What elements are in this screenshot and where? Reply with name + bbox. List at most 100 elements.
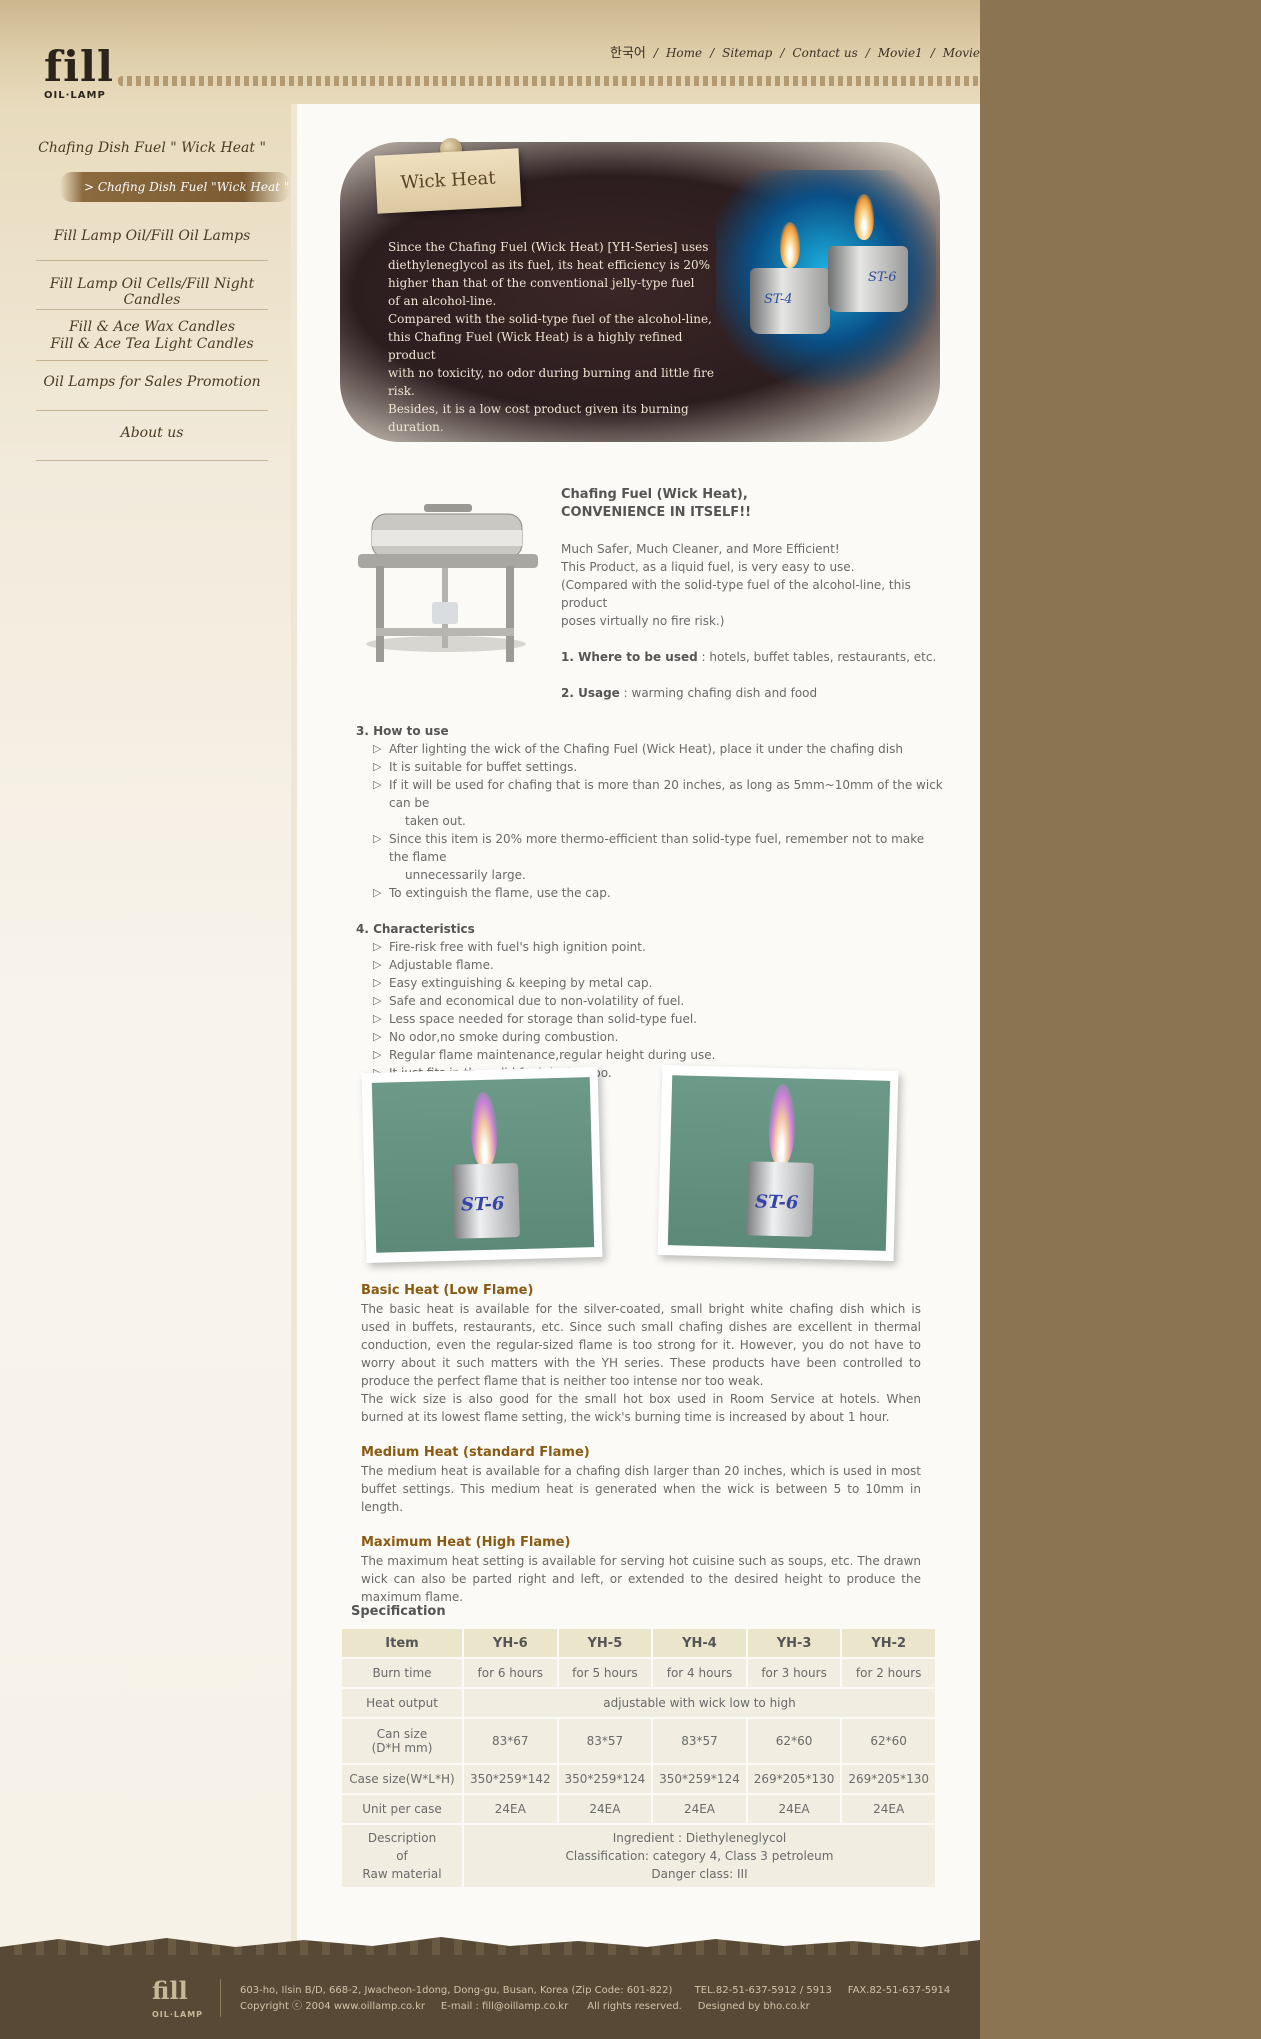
list-item: It is suitable for buffet settings. <box>373 758 946 776</box>
list-item-text: unnecessarily large. <box>405 868 526 882</box>
sidebar-item-tea-light-label: Fill & Ace Tea Light Candles <box>50 336 254 352</box>
characteristics-title: 4. Characteristics <box>356 922 475 936</box>
sidebar-item-oil-cells[interactable]: Fill Lamp Oil Cells/Fill Night Candles <box>36 276 268 308</box>
sidebar-item-about[interactable]: About us <box>36 425 268 441</box>
list-item: If it will be used for chafing that is m… <box>373 776 946 830</box>
sidebar-subitem-wick-heat-active[interactable]: > Chafing Dish Fuel "Wick Heat " <box>60 172 290 202</box>
sidebar-item-wax-candles[interactable]: Fill & Ace Wax Candles Fill & Ace Tea Li… <box>36 319 268 353</box>
table-row-label-line: of <box>396 1849 408 1863</box>
page-frame: fill OIL·LAMP 한국어 / Home / Sitemap / Contact u… <box>0 0 980 2039</box>
sidebar-item-chafing-dish-fuel[interactable]: Chafing Dish Fuel " Wick Heat " <box>36 140 268 156</box>
nav-korean[interactable]: 한국어 <box>610 42 646 61</box>
table-cell: 269*205*130 <box>747 1765 841 1793</box>
list-item: To extinguish the flame, use the cap. <box>373 884 946 902</box>
footer-logo[interactable]: fill OIL·LAMP <box>152 1979 203 2027</box>
heat-levels-section: Basic Heat (Low Flame) The basic heat is… <box>361 1282 921 1606</box>
hero-line: Besides, it is a low cost product given … <box>388 402 689 434</box>
sidebar-item-fill-lamp-oil[interactable]: Fill Lamp Oil/Fill Oil Lamps <box>36 228 268 244</box>
chafing-dish-image <box>358 504 538 662</box>
characteristics-list: Fire-risk free with fuel's high ignition… <box>356 938 946 1082</box>
sidebar-divider <box>36 360 268 361</box>
flame-icon <box>780 222 800 268</box>
table-header-cell: YH-5 <box>558 1629 652 1657</box>
sidebar-item-wax-candles-label: Fill & Ace Wax Candles <box>68 319 236 335</box>
list-item-text: It is suitable for buffet settings. <box>389 760 578 774</box>
where-used-value: : hotels, buffet tables, restaurants, et… <box>701 650 937 664</box>
maximum-heat-text: The maximum heat setting is available fo… <box>361 1554 921 1604</box>
product-text: This Product, as a liquid fuel, is very … <box>561 560 855 574</box>
table-row: Unit per case 24EA 24EA 24EA 24EA 24EA <box>342 1795 935 1823</box>
basic-heat-text: The basic heat is available for the silv… <box>361 1302 921 1388</box>
table-row-label: Heat output <box>342 1689 462 1717</box>
usage: 2. Usage : warming chafing dish and food <box>561 684 951 702</box>
can-label: ST-4 <box>764 292 793 307</box>
table-cell: 350*259*124 <box>558 1765 652 1793</box>
vine-divider <box>118 76 980 86</box>
footer: fill OIL·LAMP 603-ho, Ilsin B/D, 668-2, J… <box>0 1949 980 2039</box>
table-cell: for 6 hours <box>464 1659 557 1687</box>
table-cell: adjustable with wick low to high <box>464 1689 935 1717</box>
logo[interactable]: fill OIL·LAMP <box>44 46 124 104</box>
list-item-text: If it will be used for chafing that is m… <box>389 778 943 810</box>
table-row-label: Unit per case <box>342 1795 462 1823</box>
nav-home[interactable]: Home <box>666 46 702 60</box>
hero-description: Since the Chafing Fuel (Wick Heat) [YH-S… <box>388 238 728 436</box>
table-row-label: Description of Raw material <box>342 1825 462 1887</box>
sidebar-divider <box>36 460 268 461</box>
nav-movie1[interactable]: Movie1 <box>878 46 923 60</box>
fuel-can-image: ST-4 <box>750 268 830 334</box>
table-cell: 24EA <box>558 1795 652 1823</box>
table-cell: 83*57 <box>653 1719 746 1763</box>
sidebar-divider <box>36 410 268 411</box>
list-item-text: To extinguish the flame, use the cap. <box>389 886 611 900</box>
table-cell-line: Classification: category 4, Class 3 petr… <box>565 1849 834 1863</box>
product-slogan: CONVENIENCE IN ITSELF!! <box>561 505 752 520</box>
hero-fuel-cans-image: ST-4 ST-6 <box>716 170 936 390</box>
nav-sitemap[interactable]: Sitemap <box>722 46 772 60</box>
list-item: Fire-risk free with fuel's high ignition… <box>373 938 946 956</box>
list-item: Regular flame maintenance,regular height… <box>373 1046 946 1064</box>
table-row: Heat output adjustable with wick low to … <box>342 1689 935 1717</box>
flame-icon <box>470 1091 499 1169</box>
nav-contact[interactable]: Contact us <box>792 46 857 60</box>
table-cell: Ingredient : Diethyleneglycol Classificat… <box>464 1825 935 1887</box>
list-item: Adjustable flame. <box>373 956 946 974</box>
table-header-cell: YH-6 <box>464 1629 557 1657</box>
table-cell: 83*67 <box>464 1719 557 1763</box>
fuel-can-image: ST-6 <box>451 1163 520 1239</box>
list-item: After lighting the wick of the Chafing F… <box>373 740 946 758</box>
howto-list: After lighting the wick of the Chafing F… <box>356 740 946 902</box>
table-cell: 350*259*124 <box>653 1765 746 1793</box>
sidebar-divider <box>36 260 268 261</box>
table-row-label-line: Description <box>367 1831 437 1845</box>
table-cell: 24EA <box>653 1795 746 1823</box>
can-label: ST-6 <box>754 1191 799 1214</box>
table-cell: 350*259*142 <box>464 1765 557 1793</box>
hero-note-title: Wick Heat <box>374 148 522 214</box>
logo-mark: fill <box>44 42 114 91</box>
top-navigation: 한국어 / Home / Sitemap / Contact us / Movie1 / Movie… <box>610 42 980 61</box>
sidebar-item-promotion[interactable]: Oil Lamps for Sales Promotion <box>36 374 268 390</box>
photo-image: ST-6 <box>667 1075 891 1251</box>
hero-line: higher than that of the conventional jel… <box>388 276 695 290</box>
fuel-can-image: ST-6 <box>746 1161 815 1237</box>
footer-logo-subtitle: OIL·LAMP <box>152 2010 204 2019</box>
usage-label: 2. Usage <box>561 686 620 700</box>
table-row: Case size(W*L*H) 350*259*142 350*259*124… <box>342 1765 935 1793</box>
table-row-label-line: Raw material <box>362 1867 442 1881</box>
table-header-cell: YH-2 <box>842 1629 935 1657</box>
nav-separator: / <box>710 46 715 60</box>
nav-separator: / <box>865 46 870 60</box>
table-cell: 269*205*130 <box>842 1765 935 1793</box>
specification-title: Specification <box>351 1604 446 1619</box>
nav-movie2[interactable]: Movie2 <box>943 46 980 60</box>
where-used-label: 1. Where to be used <box>561 650 698 664</box>
list-item: No odor,no smoke during combustion. <box>373 1028 946 1046</box>
header-banner: fill OIL·LAMP 한국어 / Home / Sitemap / Contact u… <box>0 0 980 104</box>
hero-line: this Chafing Fuel (Wick Heat) is a highl… <box>388 330 683 362</box>
product-text: poses virtually no fire risk.) <box>561 614 725 628</box>
photo-image: ST-6 <box>371 1077 595 1253</box>
flame-icon <box>767 1083 797 1167</box>
list-item-text: Since this item is 20% more thermo-effic… <box>389 832 925 864</box>
medium-heat-title: Medium Heat (standard Flame) <box>361 1445 590 1460</box>
